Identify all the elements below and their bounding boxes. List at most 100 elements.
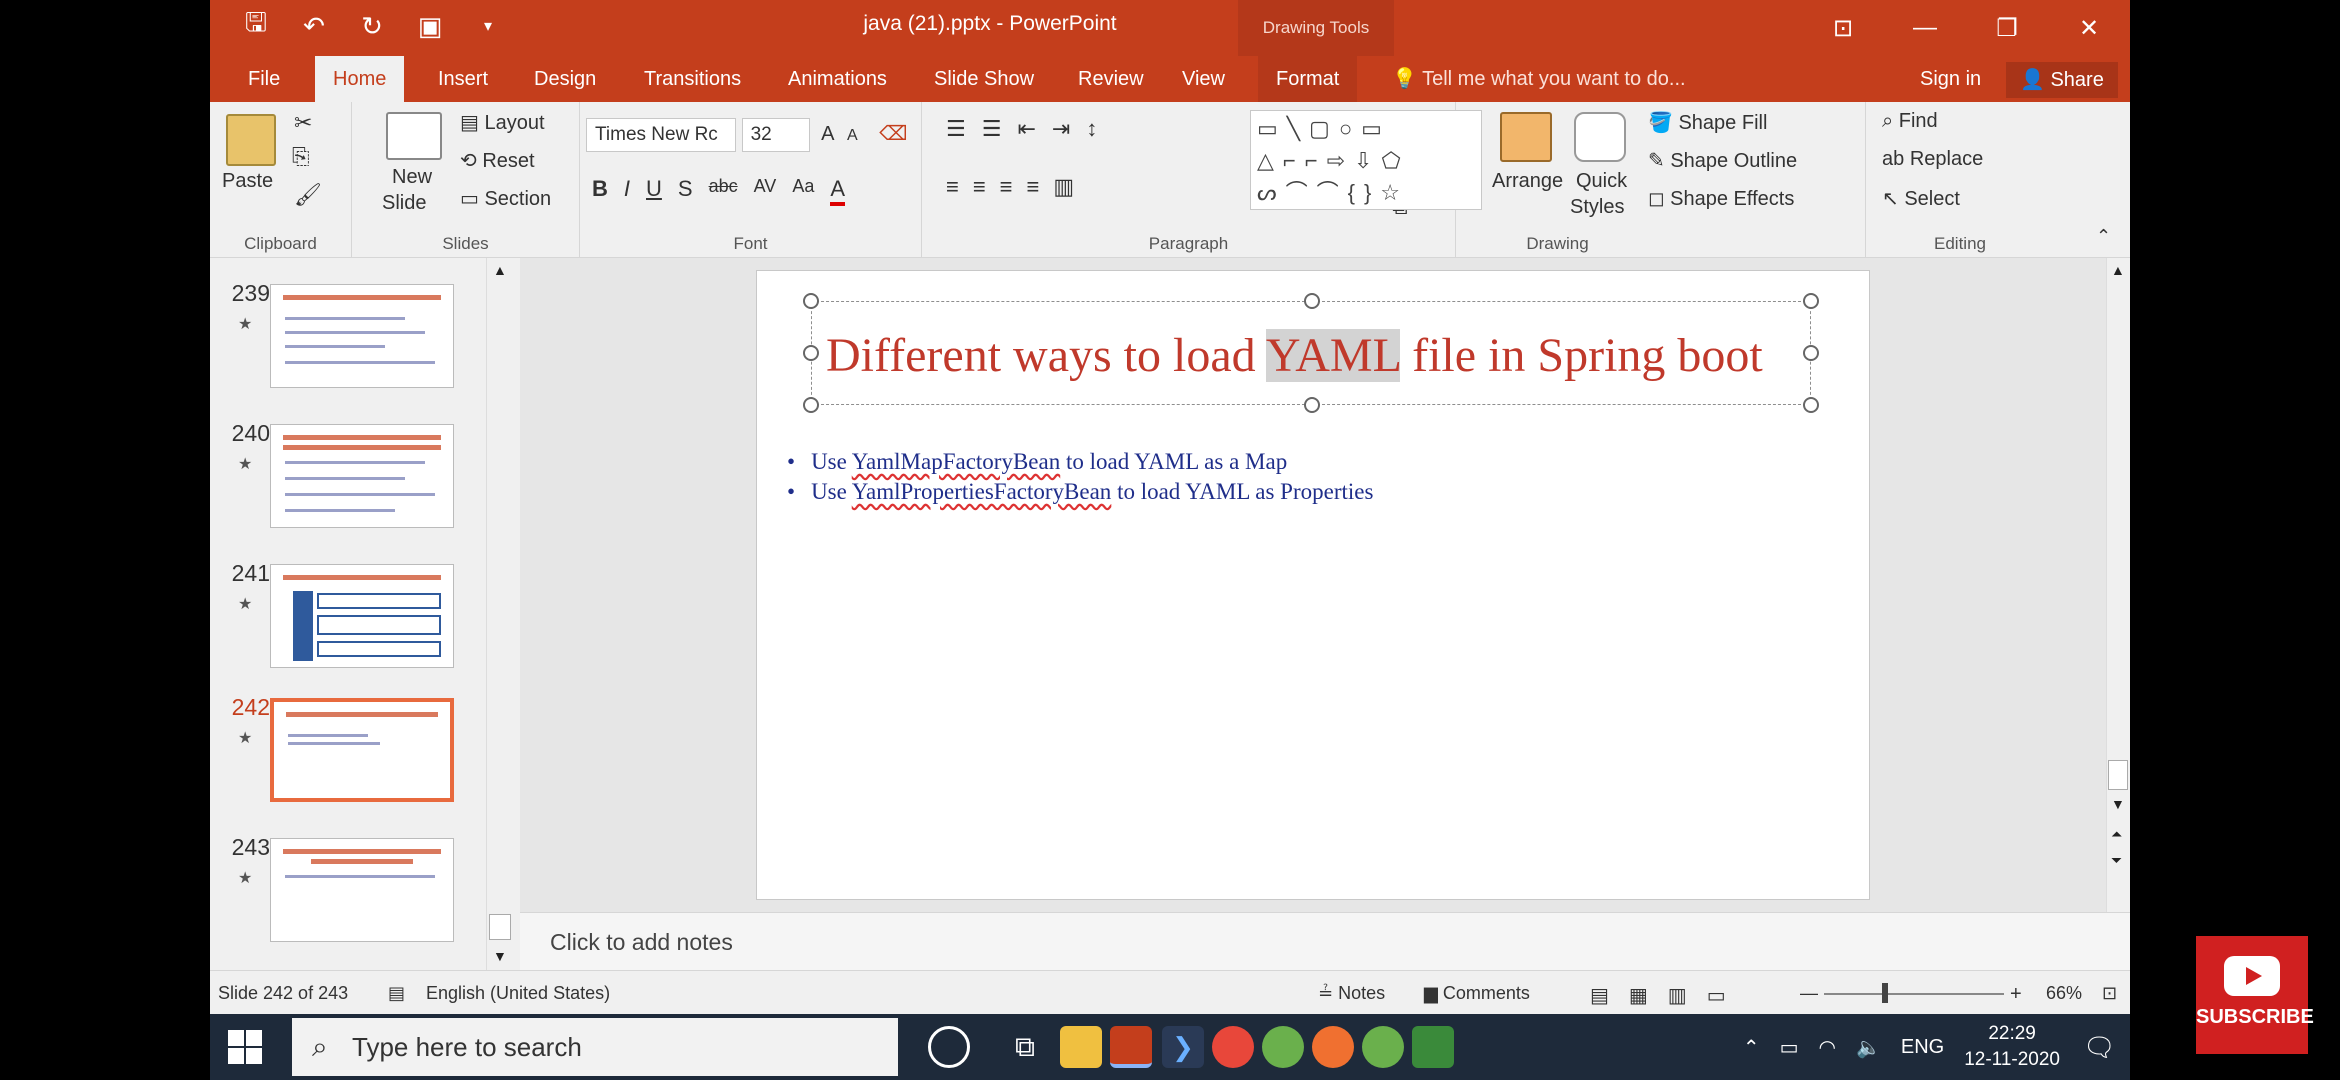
tab-review[interactable]: Review bbox=[1060, 56, 1162, 102]
new-slide-label[interactable]: New bbox=[392, 166, 432, 189]
resize-handle[interactable] bbox=[1803, 293, 1819, 309]
slide-thumbnail[interactable]: 240 ★ bbox=[210, 420, 510, 530]
ribbon-display-options-icon[interactable]: ⊡ bbox=[1802, 0, 1884, 56]
bullet-item[interactable]: Use YamlPropertiesFactoryBean to load YA… bbox=[787, 477, 1373, 507]
spring-tool-icon[interactable] bbox=[1262, 1026, 1304, 1068]
slide-thumbnail[interactable]: 243 ★ bbox=[210, 834, 510, 944]
thumbnails-scrollbar[interactable]: ▲ ▼ bbox=[486, 258, 514, 970]
undo-icon[interactable]: ↶ bbox=[298, 10, 330, 42]
file-explorer-icon[interactable] bbox=[1060, 1026, 1102, 1068]
tab-file[interactable]: File bbox=[230, 56, 298, 102]
new-slide-icon[interactable] bbox=[386, 112, 442, 160]
start-from-beginning-icon[interactable]: ▣ bbox=[414, 10, 446, 42]
bold-button[interactable]: B bbox=[592, 176, 608, 206]
scroll-down-icon[interactable]: ▼ bbox=[493, 948, 507, 964]
paste-icon[interactable] bbox=[226, 114, 276, 166]
close-button[interactable]: ✕ bbox=[2048, 0, 2130, 56]
language-indicator[interactable]: English (United States) bbox=[426, 983, 610, 1004]
quick-styles-icon[interactable] bbox=[1574, 112, 1626, 162]
subscribe-badge[interactable]: SUBSCRIBE bbox=[2196, 936, 2314, 1054]
spelling-icon[interactable]: ▤ bbox=[388, 983, 405, 1004]
notes-placeholder[interactable]: Click to add notes bbox=[550, 929, 733, 956]
font-size-dropdown[interactable]: 32 bbox=[741, 118, 810, 152]
notes-pane[interactable]: Click to add notes bbox=[520, 912, 2130, 970]
new-slide-label-2[interactable]: Slide bbox=[382, 192, 426, 215]
customize-qat-icon[interactable]: ▾ bbox=[472, 10, 504, 42]
tab-design[interactable]: Design bbox=[516, 56, 614, 102]
resize-handle[interactable] bbox=[803, 293, 819, 309]
select-button[interactable]: ↖ Select bbox=[1882, 186, 1960, 211]
change-case-button[interactable]: Aa bbox=[792, 176, 814, 206]
restore-button[interactable]: ❐ bbox=[1966, 0, 2048, 56]
wifi-icon[interactable]: ◠ bbox=[1819, 1035, 1836, 1060]
taskbar-search[interactable]: ⌕ Type here to search bbox=[292, 1018, 898, 1076]
cut-icon[interactable]: ✂ bbox=[294, 110, 312, 136]
shape-outline-button[interactable]: ✎ Shape Outline bbox=[1648, 148, 1797, 173]
character-spacing-button[interactable]: AV bbox=[754, 176, 777, 206]
volume-icon[interactable]: 🔈 bbox=[1856, 1035, 1881, 1060]
slide-scrollbar[interactable]: ▲ ▼ ⏶ ⏷ bbox=[2106, 258, 2130, 912]
tab-slide-show[interactable]: Slide Show bbox=[916, 56, 1052, 102]
scroll-down-icon[interactable]: ▼ bbox=[2111, 796, 2125, 812]
resize-handle[interactable] bbox=[803, 397, 819, 413]
arrange-button[interactable]: Arrange bbox=[1492, 170, 1563, 193]
resize-handle[interactable] bbox=[1803, 345, 1819, 361]
tab-view[interactable]: View bbox=[1164, 56, 1243, 102]
cortana-icon[interactable] bbox=[928, 1026, 970, 1068]
clock[interactable]: 22:29 12-11-2020 bbox=[1964, 1021, 2060, 1073]
font-color-button[interactable]: A bbox=[830, 176, 846, 206]
font-name-dropdown[interactable]: Times New Rc bbox=[586, 118, 736, 152]
scroll-thumb[interactable] bbox=[489, 914, 511, 940]
zoom-out-icon[interactable]: — bbox=[1800, 983, 1818, 1004]
minimize-button[interactable]: — bbox=[1884, 0, 1966, 56]
clear-formatting-icon[interactable]: ⌫ bbox=[879, 123, 907, 145]
zoom-slider[interactable] bbox=[1824, 993, 2004, 995]
chevron-up-icon[interactable]: ⌃ bbox=[1743, 1035, 1760, 1060]
tab-home[interactable]: Home bbox=[315, 56, 405, 106]
save-icon[interactable]: 🖫 bbox=[240, 7, 272, 42]
powerpoint-icon[interactable] bbox=[1110, 1026, 1152, 1068]
alignment-buttons[interactable]: ≡≡≡≡▥ bbox=[946, 174, 1088, 200]
chrome-icon[interactable] bbox=[1212, 1026, 1254, 1068]
battery-icon[interactable]: ▭ bbox=[1780, 1035, 1799, 1060]
shapes-gallery[interactable]: ▭╲▢○▭ △⌐⌐⇨⇩⬠ ᔕ⌒⌒{}☆ bbox=[1250, 110, 1482, 210]
scroll-up-icon[interactable]: ▲ bbox=[2111, 262, 2125, 278]
sign-in-link[interactable]: Sign in bbox=[1920, 56, 1981, 102]
slide-thumbnail[interactable]: 239 ★ bbox=[210, 280, 510, 390]
slide-thumbnail-selected[interactable]: 242 ★ bbox=[210, 694, 510, 804]
notification-icon[interactable]: 🗨 bbox=[2083, 1032, 2116, 1063]
previous-slide-icon[interactable]: ⏶ bbox=[2111, 826, 2122, 843]
arrange-icon[interactable] bbox=[1500, 112, 1552, 162]
resize-handle[interactable] bbox=[1304, 397, 1320, 413]
resize-handle[interactable] bbox=[803, 345, 819, 361]
slide-thumbnail[interactable]: 241 ★ bbox=[210, 560, 510, 670]
section-button[interactable]: ▭ Section bbox=[460, 186, 551, 211]
tab-format[interactable]: Format bbox=[1258, 56, 1358, 102]
bullet-item[interactable]: Use YamlMapFactoryBean to load YAML as a… bbox=[787, 447, 1373, 477]
layout-button[interactable]: ▤ Layout bbox=[460, 110, 545, 135]
replace-button[interactable]: ab Replace bbox=[1882, 148, 1983, 171]
resize-handle[interactable] bbox=[1803, 397, 1819, 413]
notepad-icon[interactable] bbox=[1412, 1026, 1454, 1068]
view-buttons[interactable]: ▤▦▥▭ bbox=[1590, 983, 1746, 1008]
quick-styles-label[interactable]: Quick bbox=[1576, 170, 1627, 193]
spring-tool-icon-2[interactable] bbox=[1362, 1026, 1404, 1068]
zoom-slider-thumb[interactable] bbox=[1882, 983, 1888, 1003]
shape-effects-button[interactable]: ◻ Shape Effects bbox=[1648, 186, 1794, 211]
zoom-level[interactable]: 66% bbox=[2046, 983, 2082, 1004]
vscode-icon[interactable]: ❯ bbox=[1162, 1026, 1204, 1068]
underline-button[interactable]: U bbox=[646, 176, 662, 206]
strikethrough-button[interactable]: abc bbox=[709, 176, 738, 206]
task-view-icon[interactable]: ⧉ bbox=[1004, 1026, 1046, 1068]
copy-icon[interactable]: ⎘ bbox=[292, 144, 310, 170]
next-slide-icon[interactable]: ⏷ bbox=[2111, 852, 2122, 869]
zoom-in-icon[interactable]: + bbox=[2010, 983, 2022, 1006]
tab-transitions[interactable]: Transitions bbox=[626, 56, 759, 102]
title-placeholder[interactable]: Different ways to load YAML file in Spri… bbox=[803, 293, 1819, 413]
share-button[interactable]: 👤 Share bbox=[2006, 62, 2118, 98]
decrease-font-icon[interactable]: A bbox=[847, 127, 858, 144]
format-painter-icon[interactable]: 🖌 bbox=[294, 182, 322, 208]
comments-toggle[interactable]: ▆ Comments bbox=[1424, 983, 1530, 1004]
shape-fill-button[interactable]: 🪣 Shape Fill bbox=[1648, 110, 1767, 135]
redo-icon[interactable]: ↻ bbox=[356, 10, 388, 42]
